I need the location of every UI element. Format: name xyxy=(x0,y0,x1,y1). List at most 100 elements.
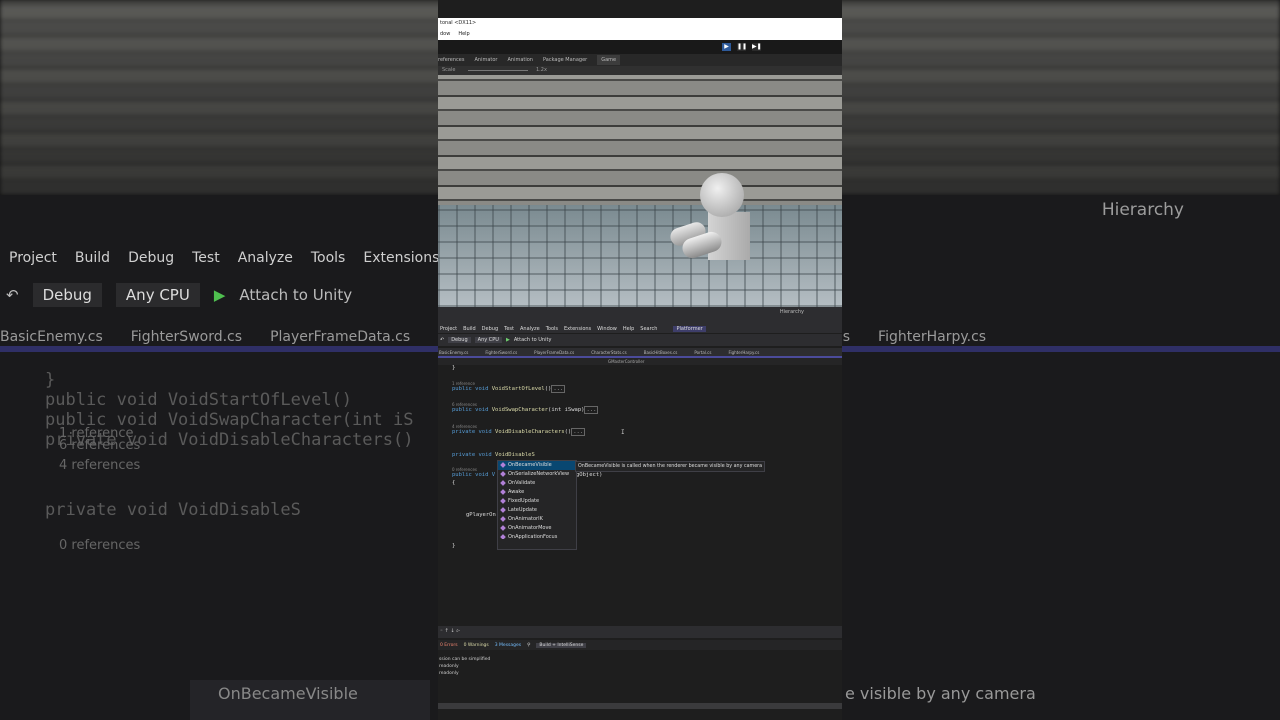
attach-play-icon[interactable]: ▶ xyxy=(506,337,510,343)
bottom-scrollbar[interactable] xyxy=(438,703,842,709)
intellisense-item[interactable]: OnBecameVisible xyxy=(498,461,576,470)
vs-menu-window[interactable]: Window xyxy=(597,326,617,332)
tab-package-manager[interactable]: Package Manager xyxy=(543,57,587,63)
bg-play-icon: ▶ xyxy=(213,286,226,304)
bg-attach-label: Attach to Unity xyxy=(239,286,353,304)
bg-menu-tools: Tools xyxy=(310,250,346,266)
stone-floor xyxy=(438,205,842,307)
bg-tab: FighterSword.cs xyxy=(130,329,243,345)
vs-menu-extensions[interactable]: Extensions xyxy=(564,326,591,332)
play-button[interactable]: ▶ xyxy=(722,43,731,51)
bg-config-select: Debug xyxy=(32,283,102,307)
intellisense-item[interactable]: OnAnimatorMove xyxy=(498,524,576,533)
intellisense-item[interactable]: OnAnimatorIK xyxy=(498,515,576,524)
menu-item-window[interactable]: dow xyxy=(440,31,450,37)
intellisense-item[interactable]: OnValidate xyxy=(498,479,576,488)
code-line-disable-characters: private void VoidDisableCharacters()... xyxy=(452,428,586,436)
vs-menu-debug[interactable]: Debug xyxy=(482,326,498,332)
bg-code: } 1 reference public void VoidStartOfLev… xyxy=(45,370,413,553)
vs-menu-build[interactable]: Build xyxy=(463,326,476,332)
vs-menu-search[interactable]: Search xyxy=(640,326,657,332)
scale-slider[interactable] xyxy=(468,70,528,71)
editor-status-bar: ◦ ↑ ↓ ⌕· xyxy=(438,626,842,638)
intellisense-tooltip: OnBecameVisible is called when the rende… xyxy=(575,461,765,472)
message-row[interactable]: ssion can be simplified xyxy=(438,656,842,663)
bg-menu-bar: Project Build Debug Test Analyze Tools E… xyxy=(0,245,448,271)
intellisense-item[interactable]: LateUpdate xyxy=(498,506,576,515)
file-tab[interactable]: BasicEnemy.cs xyxy=(439,350,468,355)
step-button[interactable]: ▶❚ xyxy=(752,43,762,51)
error-list-toolbar: 0 Errors 0 Warnings 3 Messages ⚲ Build +… xyxy=(438,640,842,650)
menu-item-help[interactable]: Help xyxy=(458,31,469,37)
warnings-filter[interactable]: 0 Warnings xyxy=(464,643,489,648)
build-filter-select[interactable]: Build + IntelliSense xyxy=(536,642,587,648)
vs-toolbar: ↶ Debug Any CPU ▶ Attach to Unity xyxy=(438,334,842,346)
intellisense-popup: OnBecameVisible OnSerializeNetworkView O… xyxy=(497,460,577,550)
vs-menu-project[interactable]: Project xyxy=(440,326,457,332)
scale-label: Scale xyxy=(442,67,456,73)
platform-badge[interactable]: Platformer xyxy=(673,325,706,332)
tab-preferences[interactable]: references xyxy=(438,57,464,63)
file-tab[interactable]: BasicHitBoxes.cs xyxy=(644,350,678,355)
code-line-swap-character: public void VoidSwapCharacter(int iSwap)… xyxy=(452,406,599,414)
zoom-icon[interactable]: ◦ ↑ ↓ ⌕· xyxy=(440,628,461,634)
vs-menu-tools[interactable]: Tools xyxy=(546,326,558,332)
code-line-tail: gObject) xyxy=(576,472,603,478)
class-path[interactable]: GMasterController xyxy=(608,359,644,364)
code-close-brace: } xyxy=(452,365,456,371)
intellisense-item[interactable]: OnSerializeNetworkView xyxy=(498,470,576,479)
errors-filter[interactable]: 0 Errors xyxy=(440,643,458,648)
scale-bar: Scale 1.2x xyxy=(438,66,842,75)
text-cursor-icon: I xyxy=(621,429,625,436)
screen-frame: tonal <DX11> dow Help ▶ ❚❚ ▶❚ references… xyxy=(438,0,842,720)
tab-animator[interactable]: Animator xyxy=(474,57,497,63)
window-menu: dow Help xyxy=(440,31,470,37)
intellisense-item[interactable]: Awake xyxy=(498,488,576,497)
bg-tab: FighterHarpy.cs xyxy=(878,329,987,345)
bg-menu-test: Test xyxy=(192,250,220,266)
undo-icon[interactable]: ↶ xyxy=(440,337,444,343)
config-select[interactable]: Debug xyxy=(448,337,471,343)
bg-menu-project: Project xyxy=(9,250,57,266)
bg-tab: BasicEnemy.cs xyxy=(0,329,103,345)
file-tab[interactable]: Portal.cs xyxy=(694,350,711,355)
file-tab[interactable]: PlayerFrameData.cs xyxy=(534,350,574,355)
intellisense-item[interactable]: OnApplicationFocus xyxy=(498,533,576,539)
file-tab[interactable]: CharacterStats.cs xyxy=(591,350,627,355)
vs-menu-analyze[interactable]: Analyze xyxy=(520,326,540,332)
platform-select[interactable]: Any CPU xyxy=(474,337,502,343)
code-end-brace: } xyxy=(452,543,456,549)
message-row[interactable]: readonly xyxy=(438,670,842,677)
file-tab[interactable]: FighterSword.cs xyxy=(485,350,517,355)
bg-menu-extensions: Extensions xyxy=(363,250,440,266)
tab-animation[interactable]: Animation xyxy=(507,57,533,63)
bg-ref: 6 references xyxy=(59,438,141,453)
code-line-start-level: public void VoidStartOfLevel()... xyxy=(452,385,566,393)
hierarchy-tab[interactable]: Hierarchy xyxy=(780,309,804,315)
vs-menu-bar: Project Build Debug Test Analyze Tools E… xyxy=(438,324,842,333)
navigation-bar: GMasterController xyxy=(438,358,842,365)
message-row[interactable]: readonly xyxy=(438,663,842,670)
bg-tooltip: e visible by any camera xyxy=(845,684,1036,703)
code-line-typing: private void VoidDisableS xyxy=(452,452,535,458)
bg-ref: 0 references xyxy=(59,538,141,553)
vs-top-strip: Hierarchy xyxy=(438,307,842,325)
vs-menu-help[interactable]: Help xyxy=(623,326,634,332)
file-tab[interactable]: FighterHarpy.cs xyxy=(728,350,759,355)
wooden-wall xyxy=(438,75,842,215)
tab-game[interactable]: Game xyxy=(597,55,621,65)
game-view[interactable] xyxy=(438,75,842,307)
unity-tab-strip: references Animator Animation Package Ma… xyxy=(438,54,842,66)
pause-button[interactable]: ❚❚ xyxy=(737,43,747,51)
vs-menu-test[interactable]: Test xyxy=(504,326,514,332)
bg-intellisense-popup: OnBecameVisible xyxy=(190,680,430,720)
messages-filter[interactable]: 3 Messages xyxy=(495,643,521,648)
bg-code-line: public void VoidStartOfLevel() xyxy=(45,390,353,410)
bg-menu-build: Build xyxy=(74,250,111,266)
window-title-bar: tonal <DX11> dow Help xyxy=(438,18,842,40)
vs-file-tabs: BasicEnemy.cs FighterSword.cs PlayerFram… xyxy=(438,348,842,356)
intellisense-item[interactable]: FixedUpdate xyxy=(498,497,576,506)
filter-icon[interactable]: ⚲ xyxy=(527,643,530,648)
error-list-messages: ssion can be simplified readonly readonl… xyxy=(438,656,842,700)
attach-button[interactable]: Attach to Unity xyxy=(514,337,552,343)
